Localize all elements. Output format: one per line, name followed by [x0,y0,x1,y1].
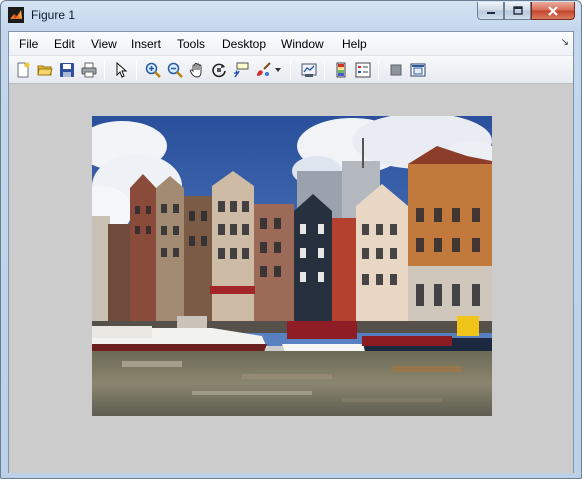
title-bar[interactable]: Figure 1 [1,1,581,31]
edit-plot-icon[interactable] [111,60,131,80]
insert-colorbar-icon[interactable] [331,60,351,80]
pan-icon[interactable] [187,60,207,80]
minimize-button[interactable] [477,2,504,20]
window-title: Figure 1 [31,8,76,22]
figure-toolbar [9,56,573,84]
toolbar-separator [104,60,105,80]
menu-desktop[interactable]: Desktop [222,37,266,51]
close-button[interactable] [531,2,575,20]
figure-client-area: File Edit View Insert Tools Desktop Wind… [8,31,574,473]
new-figure-icon[interactable] [13,60,33,80]
menu-view[interactable]: View [91,37,117,51]
toolbar-separator [290,60,291,80]
close-icon [548,5,558,16]
menu-insert[interactable]: Insert [131,37,161,51]
data-cursor-icon[interactable] [231,60,251,80]
menu-help[interactable]: Help [342,37,367,51]
brush-icon[interactable] [253,60,273,80]
canal-houses-image [92,116,492,416]
maximize-icon [512,6,523,15]
zoom-out-icon[interactable] [165,60,185,80]
menu-bar: File Edit View Insert Tools Desktop Wind… [9,32,573,56]
rotate-3d-icon[interactable] [209,60,229,80]
minimize-icon [486,11,495,14]
menu-window[interactable]: Window [281,37,324,51]
dock-figure-icon[interactable]: ↘ [561,37,569,48]
print-figure-icon[interactable] [79,60,99,80]
menu-tools[interactable]: Tools [177,37,205,51]
save-figure-icon[interactable] [57,60,77,80]
zoom-in-icon[interactable] [143,60,163,80]
link-plot-icon[interactable] [299,60,319,80]
figure-canvas[interactable] [9,85,573,473]
menu-file[interactable]: File [19,37,38,51]
toolbar-separator [324,60,325,80]
show-plot-tools-icon[interactable] [408,60,428,80]
toolbar-separator [378,60,379,80]
menu-edit[interactable]: Edit [54,37,75,51]
insert-legend-icon[interactable] [353,60,373,80]
hide-plot-tools-icon[interactable] [386,60,406,80]
matlab-logo-icon [8,7,24,23]
maximize-button[interactable] [504,2,531,20]
open-file-icon[interactable] [35,60,55,80]
image-axes[interactable] [92,116,492,416]
toolbar-separator [136,60,137,80]
figure-window: Figure 1 File Edit View Insert Tools Des… [0,0,582,479]
brush-dropdown-icon[interactable] [273,60,283,80]
